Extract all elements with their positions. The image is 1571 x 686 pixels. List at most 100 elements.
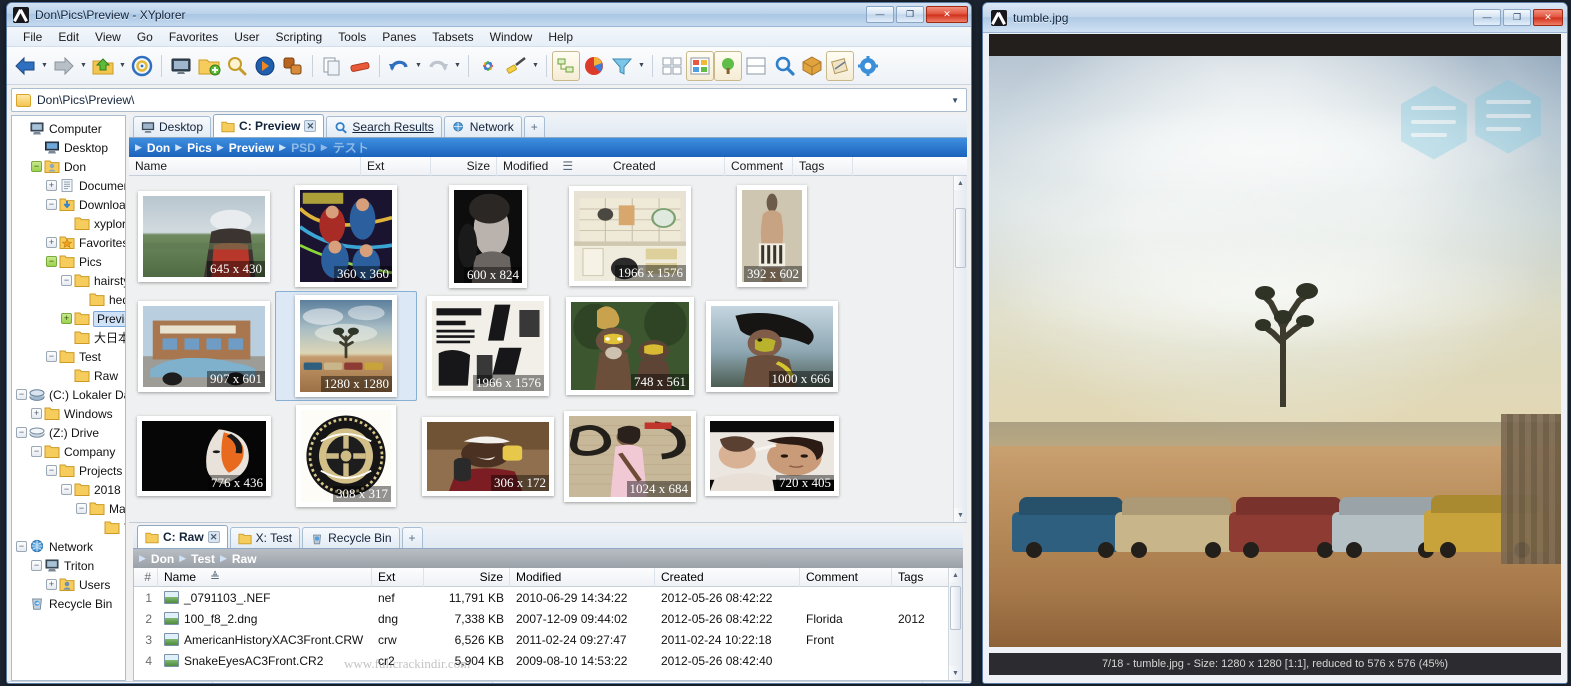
color-filter-icon[interactable] (474, 51, 502, 81)
tab-network[interactable]: Network (444, 116, 522, 137)
thumbnail-frame[interactable]: 392 x 602 (737, 185, 807, 287)
tree-item-topsecret[interactable]: TopSecret (12, 518, 125, 537)
thumbnail-frame[interactable]: 308 x 317 (296, 405, 396, 507)
thumbnail-cell[interactable]: 907 x 601 (133, 291, 275, 401)
column-header-name[interactable]: Name ≜ (158, 568, 372, 587)
bottom-tabstrip[interactable]: C: Raw ✕ X: Test Recycle Bin + (133, 526, 963, 549)
column-header-number[interactable]: # (134, 568, 158, 587)
scroll-down-icon[interactable]: ▼ (949, 666, 962, 680)
floating-preview-icon[interactable] (826, 51, 854, 81)
undo-icon[interactable] (385, 51, 413, 81)
breadcrumb-item-psd[interactable]: PSD (291, 141, 316, 155)
scrollbar-thumb[interactable] (955, 208, 966, 268)
thumbnail-frame[interactable]: 1280 x 1280 (295, 295, 397, 397)
tree-item-c-lokaler-datentr-ger[interactable]: −(C:) Lokaler Datenträger (12, 385, 125, 404)
tree-item-xyplorer-full[interactable]: xyplorer_full (12, 214, 125, 233)
thumbnail-frame[interactable]: 1024 x 684 (564, 411, 696, 502)
folder-tree[interactable]: ComputerDesktop−Don+Documents−Downloadsx… (11, 115, 126, 681)
thumbnail-frame[interactable]: 1966 x 1576 (427, 296, 549, 396)
tree-item-company[interactable]: −Company (12, 442, 125, 461)
tab-recycle-bin[interactable]: Recycle Bin (302, 527, 399, 548)
maximize-button[interactable]: ❐ (896, 6, 924, 23)
tree-toggle-collapse-icon[interactable]: − (16, 427, 27, 438)
breadcrumb-item-pics[interactable]: Pics (187, 141, 212, 155)
close-button[interactable]: ✕ (1533, 9, 1563, 26)
tree-toggle-expand-icon[interactable]: + (46, 579, 57, 590)
tree-item-network[interactable]: −Network (12, 537, 125, 556)
tab-c-raw[interactable]: C: Raw ✕ (137, 525, 228, 548)
breadcrumb-item-preview[interactable]: Preview (229, 141, 274, 155)
forward-icon[interactable] (50, 51, 78, 81)
target-go-icon[interactable] (128, 51, 156, 81)
column-header-size[interactable]: Size (431, 157, 497, 176)
row-name[interactable]: 100_f8_2.dng (158, 608, 372, 629)
table-row[interactable]: 2100_f8_2.dngdng7,338 KB2007-12-09 09:44… (134, 608, 962, 629)
tree-toggle-collapse-icon[interactable]: − (16, 541, 27, 552)
delete-icon[interactable] (346, 51, 374, 81)
scroll-up-icon[interactable]: ▲ (954, 176, 967, 190)
tab-c-preview[interactable]: C: Preview ✕ (213, 114, 324, 137)
thumbnail-frame[interactable]: 360 x 360 (295, 185, 397, 287)
menu-edit[interactable]: Edit (50, 28, 87, 46)
quick-search-icon[interactable] (251, 51, 279, 81)
menu-view[interactable]: View (87, 28, 129, 46)
column-header-tags[interactable]: Tags (793, 157, 853, 176)
tree-item-computer[interactable]: Computer (12, 119, 125, 138)
tab-x-test[interactable]: X: Test (230, 527, 300, 548)
scroll-down-icon[interactable]: ▼ (954, 508, 967, 522)
scroll-up-icon[interactable]: ▲ (949, 568, 962, 582)
thumbnail-cell[interactable]: 1000 x 666 (701, 291, 843, 401)
file-list[interactable]: # Name ≜ Ext Size Modified Created Comme… (133, 568, 963, 681)
breadcrumb-item-test[interactable]: Test (191, 552, 215, 566)
row-name[interactable]: AmericanHistoryXAC3Front.CRW (158, 629, 372, 650)
tree-toggle-collapse-icon[interactable]: − (76, 503, 87, 514)
address-path[interactable]: Don\Pics\Preview\ (37, 93, 951, 107)
column-headers[interactable]: Name Ext Size Modified ☰ Created Comment… (129, 157, 967, 176)
tree-item-hedy[interactable]: hedy (12, 290, 125, 309)
tree-toggle-collapse-icon[interactable]: − (46, 256, 57, 267)
dual-pane-icon[interactable] (742, 51, 770, 81)
branch-view-icon[interactable] (279, 51, 307, 81)
tree-item-downloads[interactable]: −Downloads (12, 195, 125, 214)
tree-item-hairstyles[interactable]: −hairstyles (12, 271, 125, 290)
up-dropdown-icon[interactable]: ▼ (117, 51, 128, 81)
menu-user[interactable]: User (226, 28, 267, 46)
thumbnail-frame[interactable]: 645 x 430 (138, 191, 270, 282)
filter-dropdown-icon[interactable]: ▼ (636, 51, 647, 81)
thumbnail-frame[interactable]: 748 x 561 (566, 297, 694, 395)
tree-item-desktop[interactable]: Desktop (12, 138, 125, 157)
column-header-size[interactable]: Size (424, 568, 510, 587)
column-header-ext[interactable]: Ext (361, 157, 431, 176)
column-header-modified[interactable]: Modified (503, 159, 548, 173)
close-tab-icon[interactable]: ✕ (304, 120, 316, 132)
row-name[interactable]: _0791103_.NEF (158, 587, 372, 608)
thumbnail-frame[interactable]: 1966 x 1576 (569, 186, 691, 286)
address-bar[interactable]: Don\Pics\Preview\ ▼ (11, 88, 967, 112)
chevron-down-icon[interactable]: ▼ (951, 96, 962, 105)
tree-item-z-drive[interactable]: −(Z:) Drive (12, 423, 125, 442)
thumbnail-frame[interactable]: 907 x 601 (138, 301, 270, 392)
tree-toggle-collapse-icon[interactable]: − (61, 484, 72, 495)
thumbnail-view[interactable]: 645 x 430360 x 360600 x 8241966 x 157639… (129, 176, 967, 523)
tree-item-test[interactable]: −Test (12, 347, 125, 366)
tree-toggle-collapse-icon[interactable]: − (46, 351, 57, 362)
highlight-icon[interactable] (502, 51, 530, 81)
menu-tools[interactable]: Tools (330, 28, 374, 46)
preview-scroll-up-icon[interactable]: ▲ (1542, 68, 1553, 79)
preview-search-icon[interactable] (770, 51, 798, 81)
tree-item-triton[interactable]: −Triton (12, 556, 125, 575)
configuration-gear-icon[interactable] (854, 51, 882, 81)
thumbnail-cell[interactable]: 392 x 602 (701, 181, 843, 291)
forward-dropdown-icon[interactable]: ▼ (78, 51, 89, 81)
tree-toggle-expand-icon[interactable]: + (61, 313, 72, 324)
tree-toggle-expand-icon[interactable]: + (31, 408, 42, 419)
thumbnail-frame[interactable]: 720 x 405 (705, 416, 839, 496)
report-pie-icon[interactable] (580, 51, 608, 81)
tree-toggle-collapse-icon[interactable]: − (31, 560, 42, 571)
tab-search-results[interactable]: Search Results (326, 116, 441, 137)
column-header-created[interactable]: Created (607, 157, 725, 176)
tree-item-[interactable]: 大日本人 (12, 328, 125, 347)
thumbnail-cell[interactable]: 748 x 561 (559, 291, 701, 401)
thumbnail-scrollbar[interactable]: ▲ ▼ (953, 176, 967, 522)
tree-paths-icon[interactable] (552, 51, 580, 81)
